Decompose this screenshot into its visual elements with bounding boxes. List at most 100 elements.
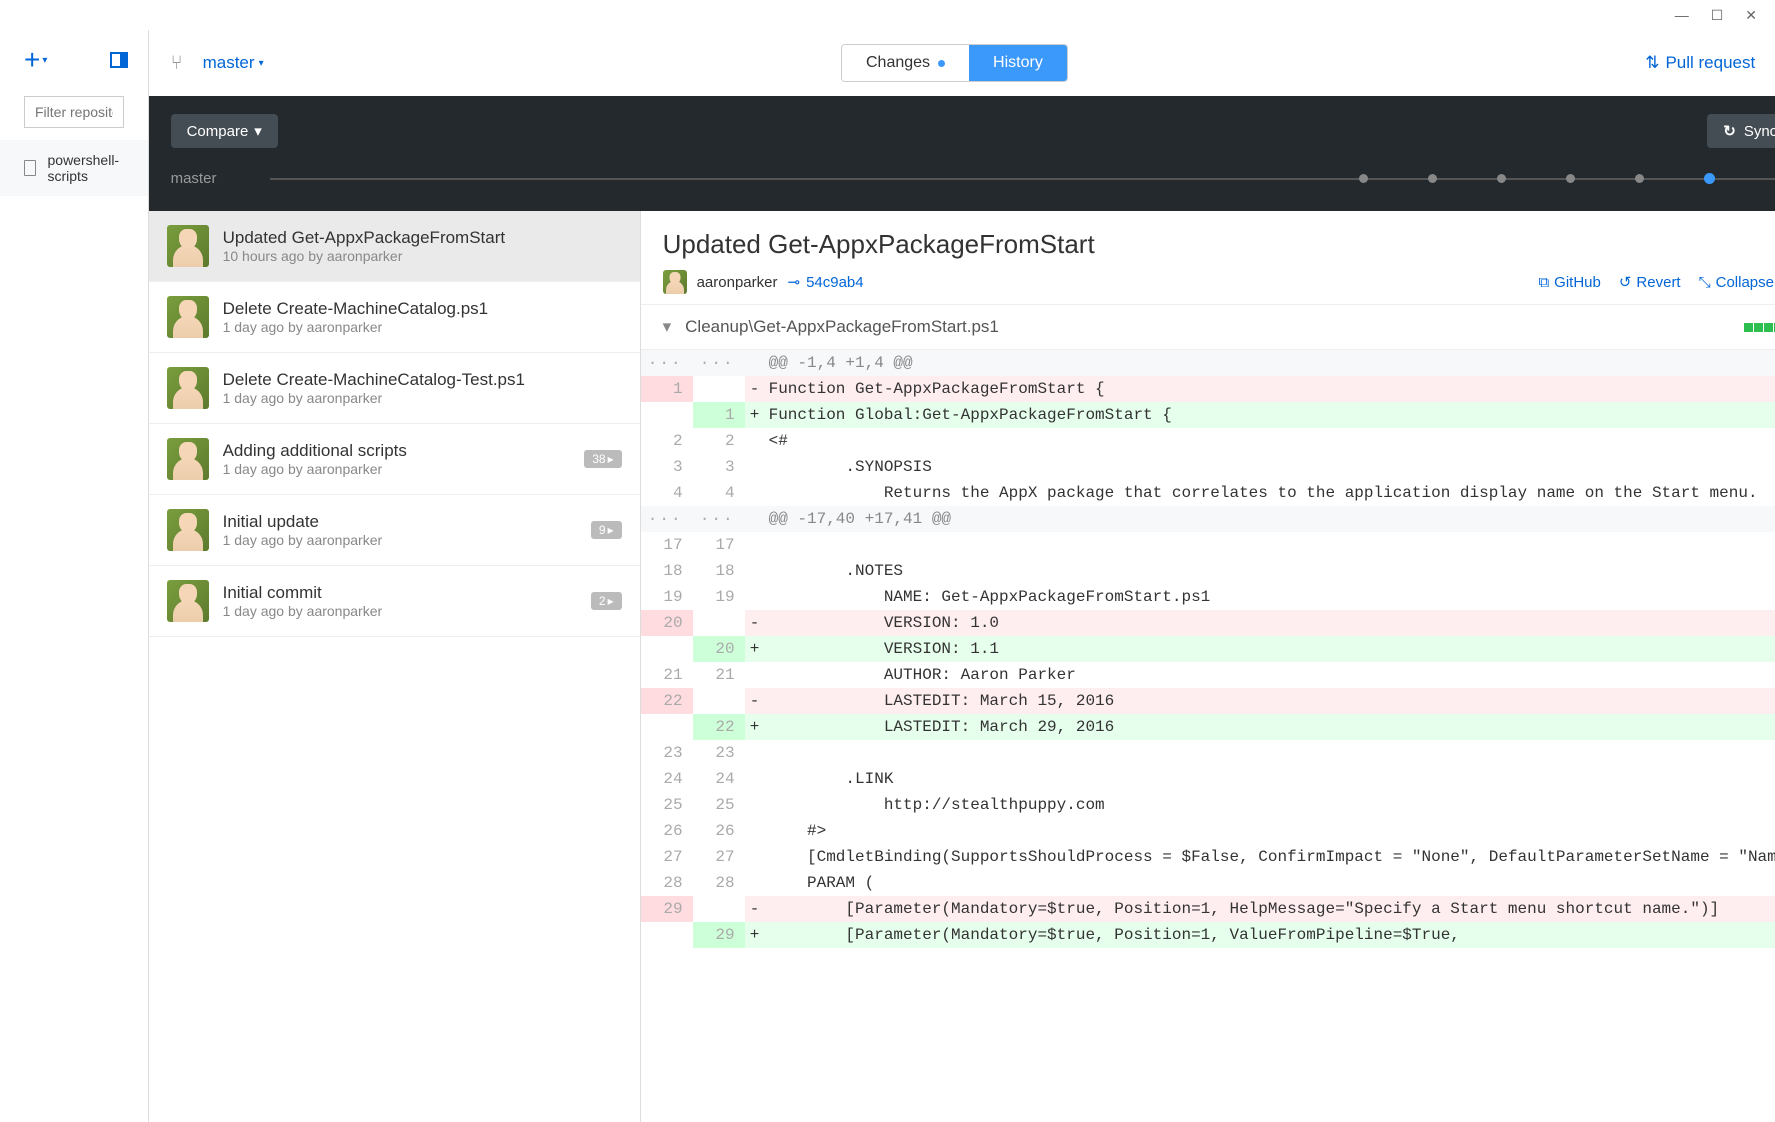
commit-item-title: Updated Get-AppxPackageFromStart [223, 228, 622, 248]
old-line-number: 28 [641, 870, 693, 896]
old-line-number: 4 [641, 480, 693, 506]
timeline-commit-dot-current[interactable] [1704, 173, 1715, 184]
commit-item-meta: 1 day ago by aaronparker [223, 390, 622, 406]
old-line-number: 19 [641, 584, 693, 610]
branch-selector[interactable]: master ▾ [203, 53, 264, 73]
diff-code: [CmdletBinding(SupportsShouldProcess = $… [765, 844, 1775, 870]
timeline-commit-dot[interactable] [1428, 174, 1437, 183]
diff-marker: - [745, 896, 765, 922]
diff-code: <# [765, 428, 1775, 454]
diff-marker: + [745, 714, 765, 740]
diff-code: LASTEDIT: March 15, 2016 [765, 688, 1775, 714]
old-line-number: 24 [641, 766, 693, 792]
file-path: Cleanup\Get-AppxPackageFromStart.ps1 [685, 317, 999, 337]
diff-line: 20+ VERSION: 1.1 [641, 636, 1775, 662]
new-line-number [693, 376, 745, 402]
commit-file-count-badge: 2 ▸ [591, 592, 622, 610]
old-line-number [641, 922, 693, 948]
commit-item[interactable]: Adding additional scripts1 day ago by aa… [149, 424, 640, 495]
diff-code: [Parameter(Mandatory=$true, Position=1, … [765, 896, 1775, 922]
revert-label: Revert [1636, 274, 1680, 291]
old-line-number: 21 [641, 662, 693, 688]
pull-request-button[interactable]: Pull request [1645, 53, 1755, 73]
diff-code: [Parameter(Mandatory=$true, Position=1, … [765, 922, 1775, 948]
revert-button[interactable]: ↺Revert [1619, 273, 1681, 291]
timeline-commit-dot[interactable] [1566, 174, 1575, 183]
timeline-commit-dot[interactable] [1497, 174, 1506, 183]
timeline-commit-dot[interactable] [1359, 174, 1368, 183]
avatar [663, 270, 687, 294]
repository-item[interactable]: powershell-scripts [0, 140, 148, 196]
commit-item-title: Delete Create-MachineCatalog-Test.ps1 [223, 370, 622, 390]
diff-line: 20- VERSION: 1.0 [641, 610, 1775, 636]
commit-item[interactable]: Delete Create-MachineCatalog-Test.ps11 d… [149, 353, 640, 424]
diff-code: Function Get-AppxPackageFromStart { [765, 376, 1775, 402]
new-line-number: 29 [693, 922, 745, 948]
filter-repositories-input[interactable] [24, 96, 124, 128]
window-close-button[interactable] [1745, 7, 1757, 24]
chevron-down-icon: ▾ [663, 317, 672, 337]
commit-item[interactable]: Delete Create-MachineCatalog.ps11 day ag… [149, 282, 640, 353]
diff-marker [745, 740, 765, 766]
diff-body[interactable]: ······@@ -1,4 +1,4 @@1-Function Get-Appx… [641, 350, 1775, 1122]
timeline-branch-label: master [171, 170, 217, 187]
diff-marker [745, 480, 765, 506]
commit-timeline[interactable] [270, 178, 1775, 180]
commit-sha-link[interactable]: 54c9ab4 [787, 273, 863, 291]
commit-item-meta: 1 day ago by aaronparker [223, 319, 622, 335]
diff-line: 1+Function Global:Get-AppxPackageFromSta… [641, 402, 1775, 428]
window-minimize-button[interactable] [1675, 7, 1689, 23]
file-header[interactable]: ▾ Cleanup\Get-AppxPackageFromStart.ps1 [641, 304, 1775, 350]
compare-button[interactable]: Compare ▾ [171, 114, 278, 148]
collapse-all-button[interactable]: ⤡Collapse all [1699, 273, 1775, 291]
diff-marker [745, 662, 765, 688]
window-maximize-button[interactable] [1711, 7, 1724, 24]
old-line-number: 26 [641, 818, 693, 844]
old-line-number: 23 [641, 740, 693, 766]
add-repository-button[interactable]: +▾ [24, 44, 47, 76]
diff-code: .SYNOPSIS [765, 454, 1775, 480]
old-line-number: ··· [641, 506, 693, 532]
external-link-icon: ⧉ [1538, 274, 1549, 291]
diff-marker [745, 350, 765, 376]
pull-request-label: Pull request [1665, 53, 1755, 72]
commit-item[interactable]: Initial commit1 day ago by aaronparker2 … [149, 566, 640, 637]
old-line-number [641, 714, 693, 740]
tab-changes[interactable]: Changes [842, 45, 969, 81]
new-line-number: 3 [693, 454, 745, 480]
diff-code: AUTHOR: Aaron Parker [765, 662, 1775, 688]
commit-item-meta: 1 day ago by aaronparker [223, 461, 571, 477]
diff-marker [745, 584, 765, 610]
commit-sha: 54c9ab4 [806, 274, 864, 291]
new-line-number: 17 [693, 532, 745, 558]
commit-item[interactable]: Initial update1 day ago by aaronparker9 … [149, 495, 640, 566]
sidebar-toggle-icon[interactable] [110, 52, 128, 68]
new-line-number: 21 [693, 662, 745, 688]
new-line-number [693, 610, 745, 636]
repo-icon [24, 160, 36, 176]
timeline-commit-dot[interactable] [1635, 174, 1644, 183]
new-line-number: 26 [693, 818, 745, 844]
diff-marker [745, 792, 765, 818]
diff-line: 44 Returns the AppX package that correla… [641, 480, 1775, 506]
commit-item-title: Delete Create-MachineCatalog.ps1 [223, 299, 622, 319]
diff-marker [745, 766, 765, 792]
diff-line: 2121 AUTHOR: Aaron Parker [641, 662, 1775, 688]
diff-code: @@ -1,4 +1,4 @@ [765, 350, 1775, 376]
avatar [167, 225, 209, 267]
open-github-button[interactable]: ⧉GitHub [1538, 273, 1600, 291]
old-line-number: 25 [641, 792, 693, 818]
sync-button[interactable]: Sync [1707, 114, 1775, 148]
revert-icon: ↺ [1619, 273, 1632, 291]
diff-code: PARAM ( [765, 870, 1775, 896]
old-line-number: 18 [641, 558, 693, 584]
new-line-number [693, 896, 745, 922]
diff-marker [745, 428, 765, 454]
diff-marker [745, 870, 765, 896]
diff-line: 22+ LASTEDIT: March 29, 2016 [641, 714, 1775, 740]
tab-history[interactable]: History [969, 45, 1067, 81]
diff-line: 29- [Parameter(Mandatory=$true, Position… [641, 896, 1775, 922]
diff-code [765, 532, 1775, 558]
commit-item[interactable]: Updated Get-AppxPackageFromStart10 hours… [149, 211, 640, 282]
old-line-number: 27 [641, 844, 693, 870]
